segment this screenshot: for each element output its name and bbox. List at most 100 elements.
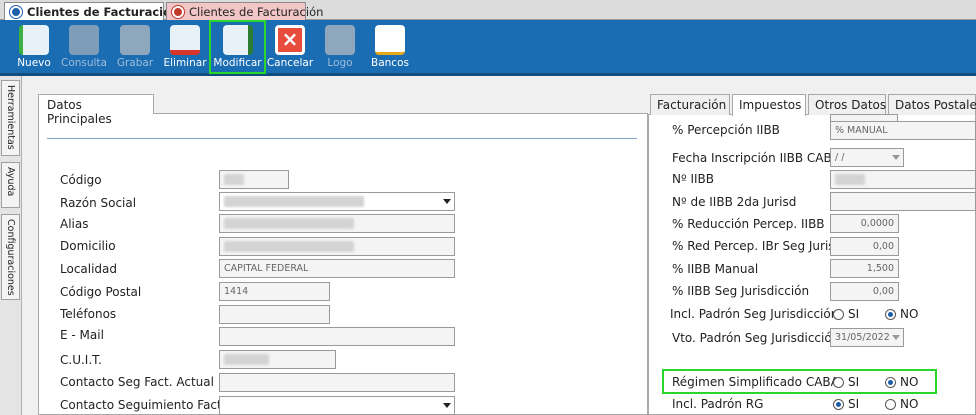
redacted-value bbox=[224, 174, 244, 185]
tab-clientes-facturacion-active[interactable]: Clientes de Facturación bbox=[4, 2, 179, 20]
consulta-button[interactable]: Consulta bbox=[60, 22, 108, 72]
app-tab-icon bbox=[10, 6, 22, 18]
incl-padron-seg-si-radio[interactable] bbox=[833, 309, 844, 320]
domicilio-field[interactable] bbox=[219, 237, 455, 256]
incl-padron-rg-label: Incl. Padrón RG bbox=[672, 397, 764, 411]
grabar-label: Grabar bbox=[116, 57, 154, 69]
fecha-inscripcion-field[interactable]: / / bbox=[830, 148, 904, 167]
tab-facturacion[interactable]: Facturación bbox=[650, 94, 730, 115]
reduccion-percep-field[interactable]: 0,0000 bbox=[830, 214, 899, 233]
nro-iibb-label: Nº IIBB bbox=[672, 172, 714, 186]
tab-label: Clientes de Facturación bbox=[27, 5, 180, 19]
nro-iibb-2da-label: Nº de IIBB 2da Jurisd bbox=[672, 195, 797, 209]
document-tab-bar: Clientes de Facturación Clientes de Fact… bbox=[0, 0, 976, 20]
tab-otros-datos[interactable]: Otros Datos bbox=[808, 94, 886, 115]
bank-chart-icon bbox=[375, 25, 405, 55]
alias-field[interactable] bbox=[219, 214, 455, 233]
side-tab-herramientas[interactable]: Herramientas bbox=[1, 80, 20, 156]
side-tab-label: Configuraciones bbox=[5, 219, 16, 296]
iibb-manual-field[interactable]: 1,500 bbox=[830, 259, 899, 278]
nuevo-button[interactable]: Nuevo bbox=[12, 22, 56, 72]
email-field[interactable] bbox=[219, 327, 455, 346]
radio-no-label: NO bbox=[900, 375, 919, 389]
contacto-seg-fact-field[interactable] bbox=[219, 373, 455, 392]
razon-social-dropdown[interactable] bbox=[219, 192, 455, 211]
codigo-postal-field[interactable]: 1414 bbox=[219, 282, 330, 301]
eliminar-label: Eliminar bbox=[163, 57, 207, 69]
cancel-icon: × bbox=[275, 25, 305, 55]
nro-iibb-2da-field[interactable] bbox=[830, 192, 976, 211]
cuit-field[interactable] bbox=[219, 350, 336, 369]
tab-clientes-facturacion-inactive[interactable]: Clientes de Facturación bbox=[166, 2, 323, 20]
codigo-field[interactable] bbox=[219, 170, 289, 189]
contacto-seguimiento-dropdown[interactable] bbox=[219, 396, 455, 415]
red-percep-seg-field[interactable]: 0,00 bbox=[830, 237, 899, 256]
modificar-button[interactable]: Modificar bbox=[209, 20, 266, 74]
tab-datos-principales[interactable]: Datos Principales bbox=[38, 94, 154, 126]
telefonos-label: Teléfonos bbox=[60, 307, 117, 321]
razon-social-label: Razón Social bbox=[60, 196, 137, 210]
side-tab-label: Herramientas bbox=[5, 85, 16, 150]
logo-label: Logo bbox=[327, 57, 353, 69]
redacted-value bbox=[224, 241, 354, 252]
chevron-down-icon bbox=[892, 155, 900, 160]
iibb-seg-jur-field[interactable]: 0,00 bbox=[830, 282, 899, 301]
radio-si-label: SI bbox=[848, 397, 860, 411]
telefonos-field[interactable] bbox=[219, 305, 330, 324]
main-toolbar: Nuevo Consulta Grabar Eliminar Modificar… bbox=[0, 20, 976, 76]
vto-padron-seg-label: Vto. Padrón Seg Jurisdicción bbox=[672, 331, 840, 345]
cancelar-label: Cancelar bbox=[266, 57, 314, 69]
tab-label: Impuestos bbox=[739, 98, 802, 112]
date-value: 31/05/2022 bbox=[835, 332, 890, 343]
incl-padron-rg-si-radio[interactable] bbox=[833, 399, 844, 410]
chevron-down-icon bbox=[892, 335, 900, 340]
radio-si-label: SI bbox=[848, 307, 860, 321]
tab-label: Datos Principales bbox=[47, 98, 112, 126]
incl-padron-seg-no-radio[interactable] bbox=[885, 309, 896, 320]
contacto-seguimiento-label: Contacto Seguimiento Fact. bbox=[60, 398, 226, 412]
radio-si-label: SI bbox=[848, 375, 860, 389]
logo-button[interactable]: Logo bbox=[320, 22, 360, 72]
consulta-label: Consulta bbox=[60, 57, 107, 69]
red-percep-seg-label: % Red Percep. IBr Seg Jurisd bbox=[672, 239, 843, 253]
section-divider bbox=[47, 138, 637, 139]
chevron-down-icon bbox=[443, 403, 451, 408]
eliminar-button[interactable]: Eliminar bbox=[162, 22, 208, 72]
bancos-button[interactable]: Bancos bbox=[366, 22, 414, 72]
modificar-label: Modificar bbox=[213, 57, 262, 69]
regimen-simplificado-label: Régimen Simplificado CABA bbox=[672, 375, 839, 389]
logo-icon bbox=[325, 25, 355, 55]
tab-impuestos[interactable]: Impuestos bbox=[732, 94, 806, 116]
regimen-simplificado-si-radio[interactable] bbox=[833, 377, 844, 388]
nro-iibb-field[interactable] bbox=[830, 170, 976, 189]
nuevo-label: Nuevo bbox=[17, 57, 51, 69]
tab-label: Facturación bbox=[657, 98, 727, 112]
tab-datos-postales[interactable]: Datos Postales bbox=[888, 94, 976, 115]
date-value: / / bbox=[835, 152, 845, 163]
fecha-inscripcion-label: Fecha Inscripción IIBB CABA bbox=[672, 151, 840, 165]
cancelar-button[interactable]: × Cancelar bbox=[266, 22, 314, 72]
alias-label: Alias bbox=[60, 217, 89, 231]
save-disk-icon bbox=[120, 25, 150, 55]
localidad-field[interactable]: CAPITAL FEDERAL bbox=[219, 259, 455, 278]
grabar-button[interactable]: Grabar bbox=[112, 22, 158, 72]
side-tab-configuraciones[interactable]: Configuraciones bbox=[1, 214, 20, 300]
edit-pencil-icon bbox=[222, 25, 253, 55]
chevron-down-icon bbox=[443, 199, 451, 204]
incl-padron-rg-no-radio[interactable] bbox=[885, 399, 896, 410]
redacted-value bbox=[224, 354, 269, 365]
bancos-label: Bancos bbox=[371, 57, 409, 69]
side-tab-label: Ayuda bbox=[5, 167, 16, 197]
tab-label: Clientes de Facturación bbox=[189, 5, 324, 19]
codigo-label: Código bbox=[60, 173, 102, 187]
radio-no-label: NO bbox=[900, 397, 919, 411]
localidad-label: Localidad bbox=[60, 262, 118, 276]
percepcion-iibb-field[interactable]: % MANUAL bbox=[830, 121, 976, 140]
redacted-value bbox=[224, 218, 354, 229]
app-tab-icon bbox=[172, 6, 184, 18]
regimen-simplificado-no-radio[interactable] bbox=[885, 377, 896, 388]
side-tab-ayuda[interactable]: Ayuda bbox=[1, 162, 20, 208]
query-icon bbox=[69, 25, 99, 55]
incl-padron-seg-label: Incl. Padrón Seg Jurisdicción bbox=[670, 307, 839, 321]
vto-padron-seg-field[interactable]: 31/05/2022 bbox=[830, 328, 904, 347]
